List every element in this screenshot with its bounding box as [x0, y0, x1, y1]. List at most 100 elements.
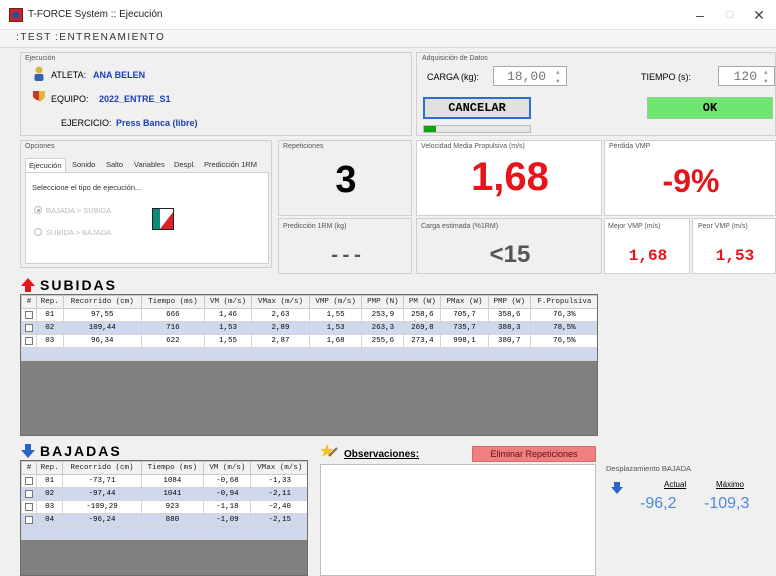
- bajadas-grid[interactable]: # Rep. Recorrido (cm) Tiempo (ms) VM (m/s) VM…: [20, 460, 308, 576]
- tab-salto[interactable]: Salto: [103, 158, 126, 171]
- row-checkbox-cell: [21, 487, 37, 501]
- subidas-table-row[interactable]: 02 109,44 716 1,53 2,89 1,53 263,3 269,8 735,7 38…: [21, 321, 597, 335]
- subidas-column-header[interactable]: Rep.: [35, 295, 64, 309]
- carga-spinner-arrows[interactable]: ▲ ▼: [556, 68, 564, 86]
- empty-cell: [403, 347, 442, 361]
- progress-bar: [423, 125, 531, 133]
- tiempo-spinner-arrows[interactable]: ▲ ▼: [764, 68, 772, 86]
- row-checkbox[interactable]: [24, 502, 33, 511]
- tab-despl[interactable]: Despl.: [171, 158, 198, 171]
- cancelar-button[interactable]: CANCELAR: [423, 97, 531, 119]
- subidas-column-header[interactable]: PMP (N): [361, 295, 405, 309]
- row-checkbox[interactable]: [24, 489, 33, 498]
- subidas-table-cell: 255,6: [361, 334, 405, 348]
- subidas-table-cell: 269,8: [403, 321, 442, 335]
- observaciones-textarea[interactable]: [320, 464, 596, 576]
- subidas-grid[interactable]: # Rep. Recorrido (cm) Tiempo (ms) VM (m/s) VM…: [20, 294, 598, 436]
- adquisicion-caption: Adquisición de Datos: [422, 55, 488, 62]
- subidas-table-cell: 1,68: [308, 334, 363, 348]
- subidas-table-cell: 96,34: [62, 334, 142, 348]
- subidas-table-row[interactable]: 03 96,34 622 1,55 2,87 1,68 255,6 273,4 998,1 380…: [21, 334, 597, 348]
- row-checkbox[interactable]: [24, 476, 33, 485]
- empty-cell: [529, 347, 597, 361]
- subidas-column-header[interactable]: VMax (m/s): [251, 295, 310, 309]
- empty-cell: [62, 526, 142, 540]
- subidas-table-cell: 998,1: [440, 334, 489, 348]
- bajadas-table-row[interactable]: 03 -109,29 923 -1,18 -2,40: [21, 500, 307, 514]
- bajadas-table-cell: -1,18: [203, 500, 252, 514]
- ok-button[interactable]: OK: [647, 97, 773, 119]
- menu-entrenamiento[interactable]: :ENTRENAMIENTO: [55, 32, 165, 43]
- carga-estimada-value: <15: [489, 241, 531, 268]
- peor-panel: Peor VMP (m/s) 1,53: [692, 218, 776, 274]
- row-checkbox-cell: [21, 321, 37, 335]
- close-button[interactable]: ✕: [742, 4, 776, 26]
- equipo-label: EQUIPO:: [51, 94, 89, 104]
- bajadas-column-header[interactable]: VM (m/s): [203, 461, 252, 475]
- peor-value: 1,53: [715, 247, 755, 265]
- empty-cell: [140, 526, 205, 540]
- tab-variables[interactable]: Variables: [131, 158, 168, 171]
- desplazamiento-panel: Desplazamiento BAJADA Actual Máximo -96,…: [604, 460, 776, 530]
- subidas-table-cell: 253,9: [361, 308, 405, 322]
- tab-ejecucion[interactable]: Ejecución: [25, 158, 66, 172]
- subidas-table-cell: 97,55: [62, 308, 142, 322]
- bajadas-column-header[interactable]: #: [21, 461, 37, 475]
- bajadas-column-header[interactable]: VMax (m/s): [250, 461, 307, 475]
- carga-label: CARGA (kg):: [427, 72, 480, 82]
- empty-cell: [21, 347, 37, 361]
- radio-subida-bajada[interactable]: [34, 228, 42, 236]
- subidas-table-cell: 622: [140, 334, 205, 348]
- subidas-column-header[interactable]: Tiempo (ms): [140, 295, 205, 309]
- bajadas-column-header[interactable]: Tiempo (ms): [140, 461, 205, 475]
- bajadas-table-cell: 1041: [140, 487, 205, 501]
- subidas-column-header[interactable]: PMP (W): [487, 295, 531, 309]
- row-checkbox[interactable]: [24, 310, 33, 319]
- ejecucion-prompt: Seleccione el tipo de ejecución...: [32, 183, 142, 192]
- subidas-table-cell: 263,3: [361, 321, 405, 335]
- empty-cell: [251, 347, 310, 361]
- tiempo-input[interactable]: 120 ▲ ▼: [718, 66, 775, 86]
- bajadas-table-row[interactable]: 04 -96,24 880 -1,09 -2,15: [21, 513, 307, 527]
- subidas-column-header[interactable]: VMP (m/s): [308, 295, 363, 309]
- radio-bajada-subida[interactable]: [34, 206, 42, 214]
- row-checkbox[interactable]: [24, 323, 33, 332]
- bajadas-table-row[interactable]: 02 -97,44 1041 -0,94 -2,11: [21, 487, 307, 501]
- empty-cell: [487, 347, 531, 361]
- subidas-table-cell: 76,5%: [529, 334, 597, 348]
- empty-cell: [35, 347, 64, 361]
- row-checkbox[interactable]: [24, 515, 33, 524]
- empty-cell: [35, 526, 64, 540]
- row-checkbox-cell: [21, 334, 37, 348]
- app-icon: [9, 8, 23, 22]
- perdida-caption: Pérdida VMP: [609, 143, 651, 150]
- row-checkbox[interactable]: [24, 336, 33, 345]
- carga-input[interactable]: 18,00 ▲ ▼: [493, 66, 567, 86]
- eliminar-repeticiones-button[interactable]: Eliminar Repeticiones: [472, 446, 596, 462]
- minimize-button[interactable]: –: [683, 4, 717, 26]
- subidas-column-header[interactable]: PMax (W): [440, 295, 489, 309]
- perdida-value: -9%: [662, 163, 720, 199]
- bajadas-table-cell: -73,71: [62, 474, 142, 488]
- bajadas-column-header[interactable]: Rep.: [35, 461, 64, 475]
- bajadas-column-header[interactable]: Recorrido (cm): [62, 461, 142, 475]
- subidas-table-cell: 109,44: [62, 321, 142, 335]
- subidas-column-header[interactable]: F.Propulsiva: [529, 295, 597, 309]
- subidas-column-header[interactable]: VM (m/s): [203, 295, 253, 309]
- bajadas-table-cell: -2,40: [250, 500, 307, 514]
- tab-sonido[interactable]: Sonido: [69, 158, 98, 171]
- tab-prediccion[interactable]: Predicción 1RM: [201, 158, 260, 171]
- bajadas-table-cell: -96,24: [62, 513, 142, 527]
- bajadas-table-cell: 03: [35, 500, 64, 514]
- equipo-value: 2022_ENTRE_S1: [99, 94, 171, 104]
- subidas-table-row[interactable]: 01 97,55 666 1,46 2,63 1,55 253,9 258,6 705,7 358…: [21, 308, 597, 322]
- perdida-panel: Pérdida VMP -9%: [604, 140, 776, 216]
- bajadas-table-cell: 880: [140, 513, 205, 527]
- bajadas-table-row[interactable]: 01 -73,71 1084 -0,68 -1,33: [21, 474, 307, 488]
- subidas-column-header[interactable]: #: [21, 295, 37, 309]
- carga-estimada-caption: Carga estimada (%1RM): [421, 223, 499, 230]
- subidas-column-header[interactable]: Recorrido (cm): [62, 295, 142, 309]
- menu-test[interactable]: :TEST: [16, 32, 52, 43]
- menu-bar: :TEST :ENTRENAMIENTO: [0, 30, 776, 48]
- subidas-column-header[interactable]: PM (W): [403, 295, 442, 309]
